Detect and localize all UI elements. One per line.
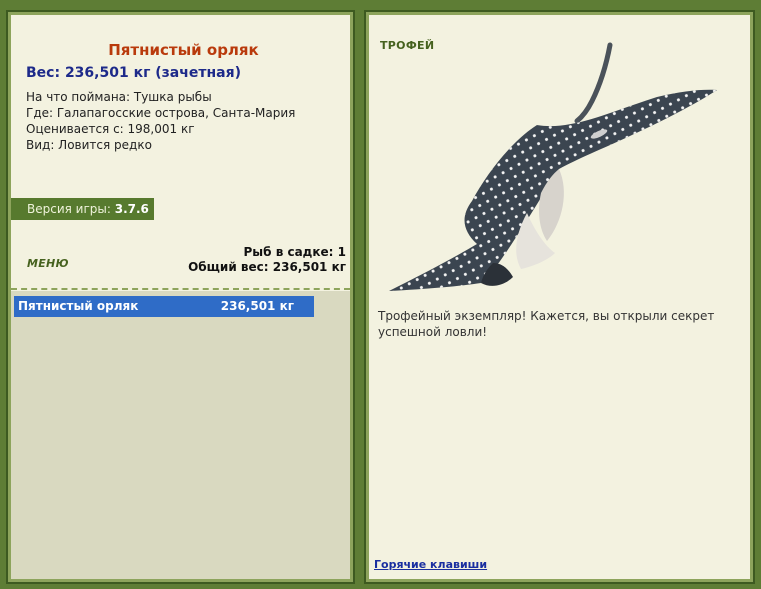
catch-totals: Рыб в садке: 1 Общий вес: 236,501 кг <box>188 245 346 275</box>
trophy-message: Трофейный экземпляр! Кажется, вы открыли… <box>378 309 715 339</box>
bait-info: На что поймана: Тушка рыбы <box>26 90 212 104</box>
version-bar: Версия игры: 3.7.6 <box>11 198 154 220</box>
fish-details: На что поймана: Тушка рыбы Где: Галапаго… <box>26 89 295 153</box>
version-value: 3.7.6 <box>114 202 149 216</box>
fish-weight: Вес: 236,501 кг (зачетная) <box>26 65 241 81</box>
fish-list-item-name: Пятнистый орляк <box>18 299 139 313</box>
fish-list[interactable]: Пятнистый орляк 236,501 кг <box>11 291 350 579</box>
fish-count: Рыб в садке: 1 <box>243 245 347 259</box>
rated-from-info: Оценивается с: 198,001 кг <box>26 122 195 136</box>
fish-list-item[interactable]: Пятнистый орляк 236,501 кг <box>14 296 314 317</box>
rarity-info: Вид: Ловится редко <box>26 138 152 152</box>
fish-name: Пятнистый орляк <box>108 41 259 59</box>
version-label: Версия игры: <box>27 202 111 216</box>
fish-list-item-weight: 236,501 кг <box>220 299 294 313</box>
location-info: Где: Галапагосские острова, Санта-Мария <box>26 106 296 120</box>
menu-button[interactable]: МЕНЮ <box>27 257 69 270</box>
divider <box>11 288 350 290</box>
trophy-panel: ТРОФЕЙ Трофейный экземпляр! Кажется, вы … <box>366 12 753 582</box>
fish-info-panel: Пятнистый орляк Вес: 236,501 кг (зачетна… <box>8 12 353 582</box>
spotted-eagle-ray-icon <box>389 42 717 291</box>
hotkeys-link[interactable]: Горячие клавиши <box>374 558 487 571</box>
total-weight: Общий вес: 236,501 кг <box>188 260 346 274</box>
